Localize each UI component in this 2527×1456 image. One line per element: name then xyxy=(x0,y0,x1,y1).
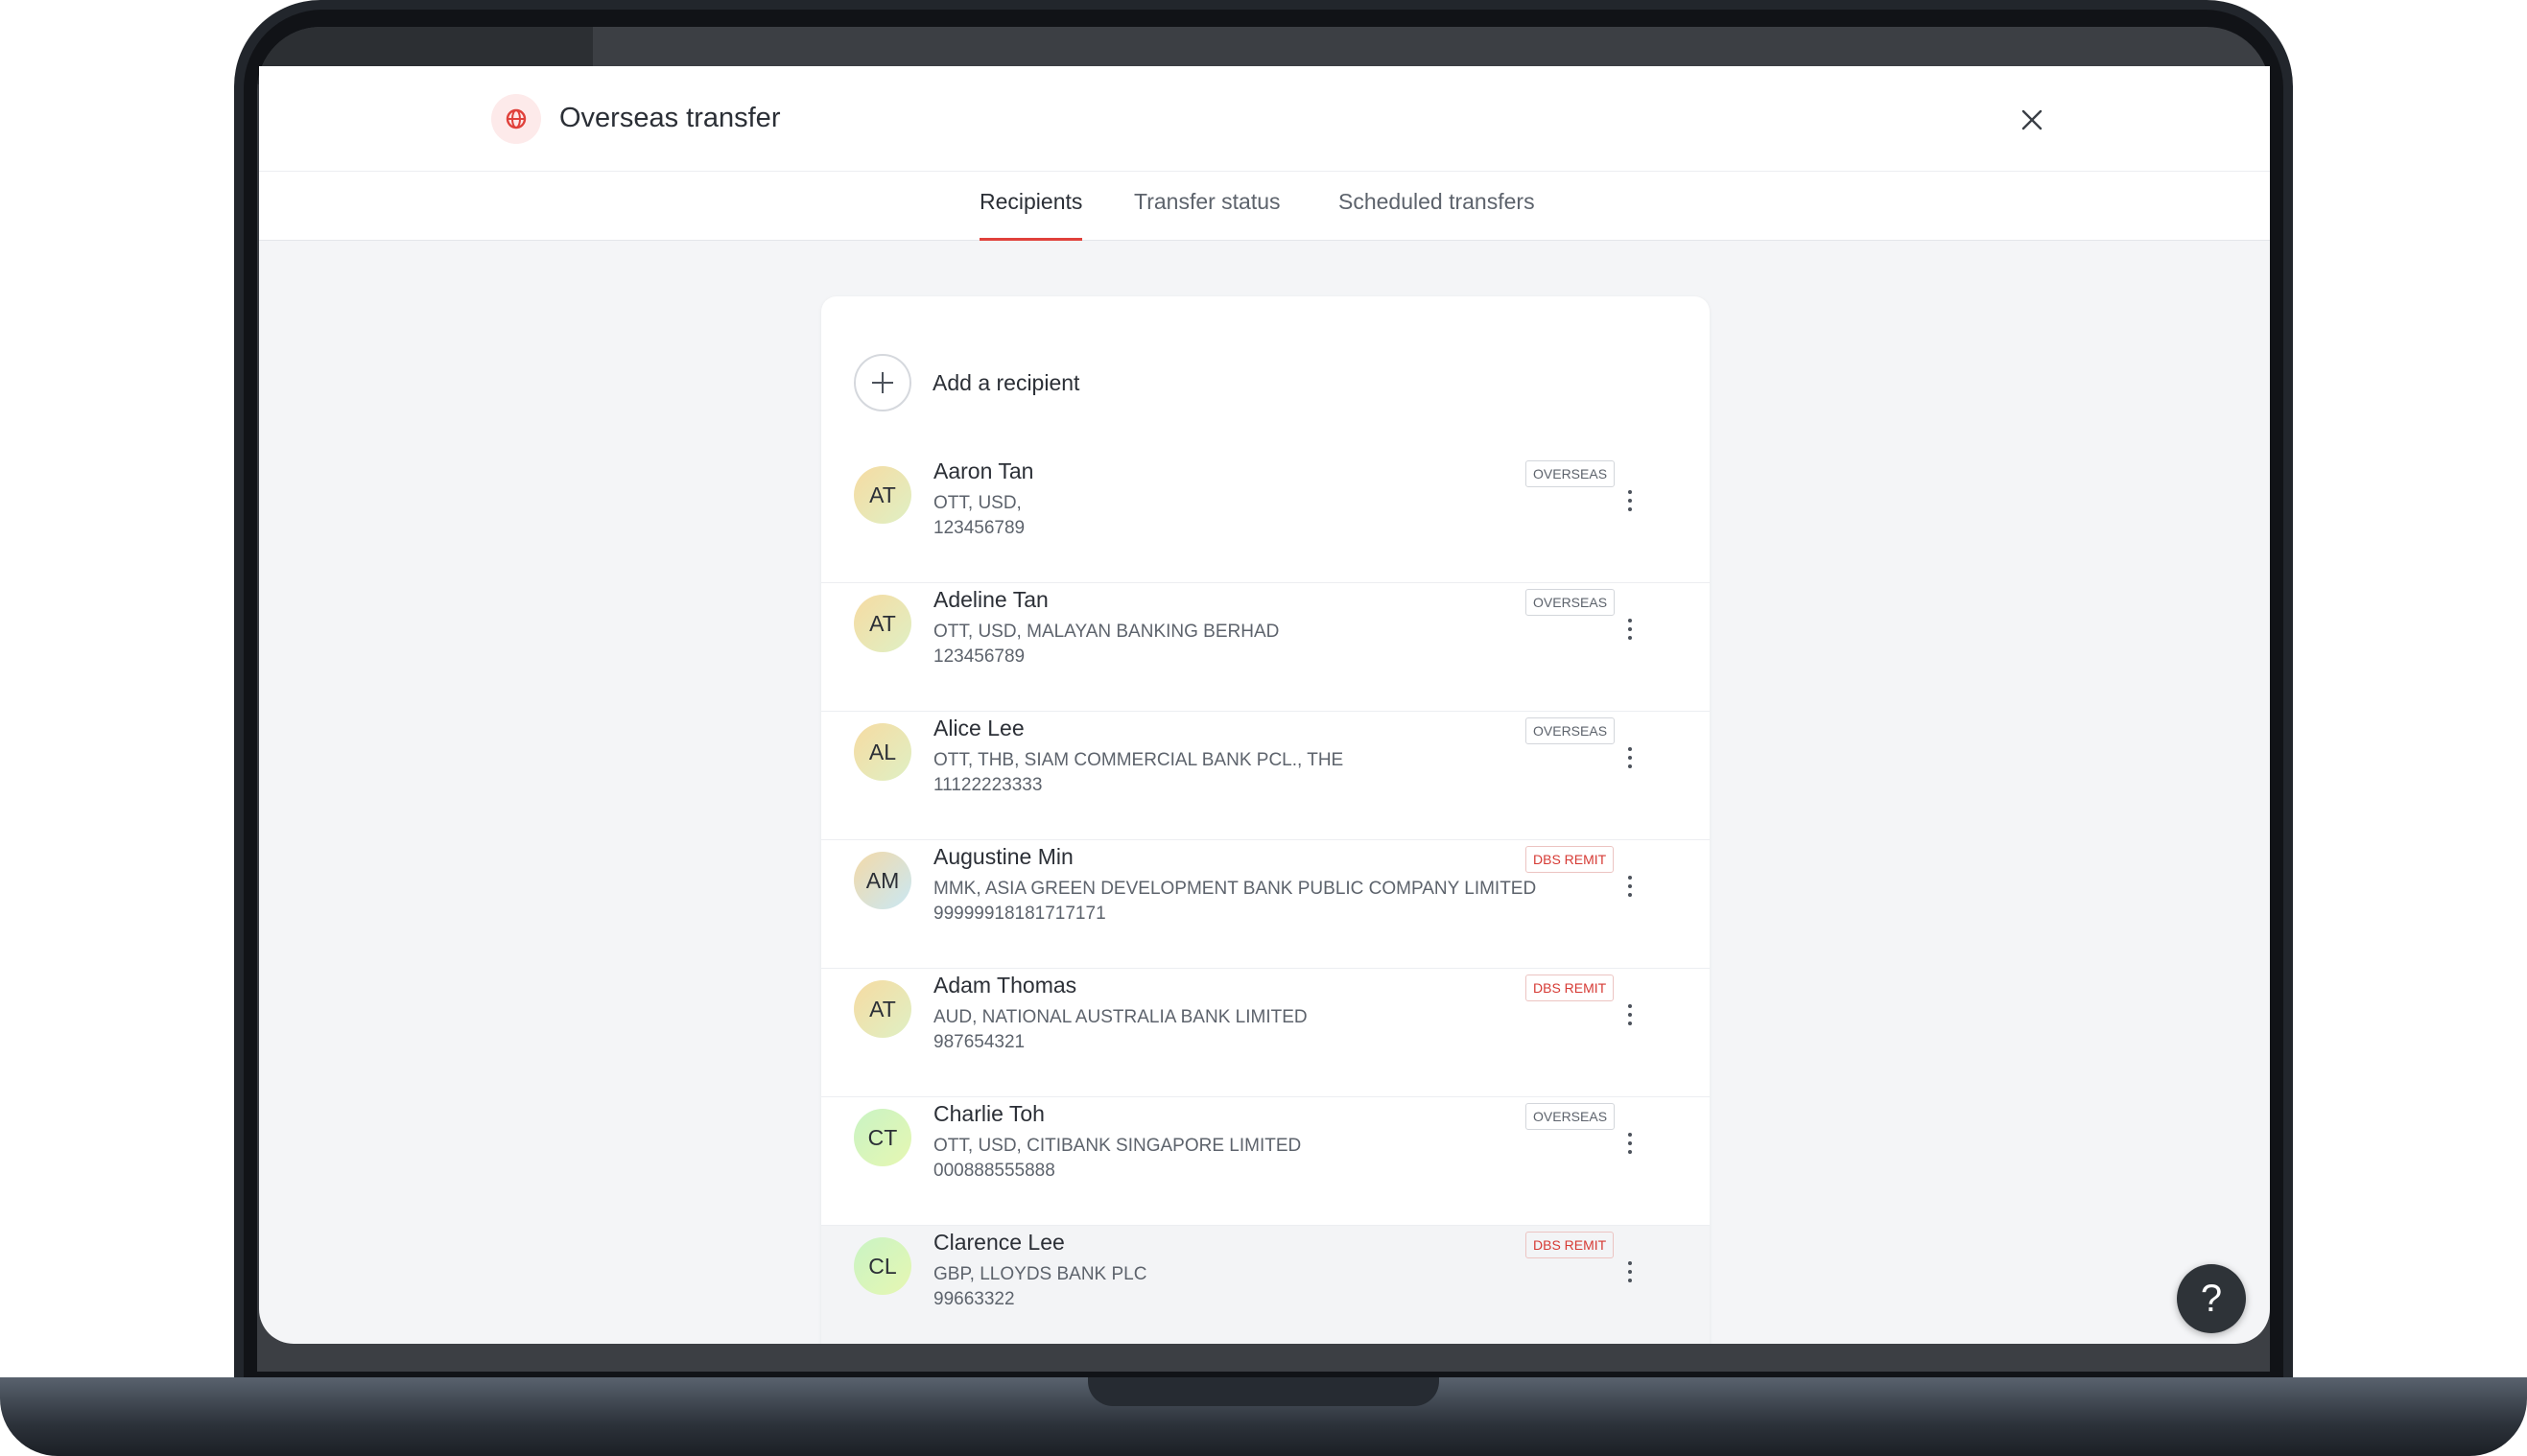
more-options-icon[interactable] xyxy=(1618,1255,1642,1289)
recipient-bank-line: OTT, USD, xyxy=(933,493,1022,513)
avatar: AT xyxy=(854,595,911,652)
tab-recipients[interactable]: Recipients xyxy=(980,172,1083,241)
recipient-name: Aaron Tan xyxy=(933,458,1034,483)
globe-icon xyxy=(491,94,541,144)
laptop-mockup: Overseas transfer Recipients Transfer st… xyxy=(0,0,2527,1456)
tab-transfer-status[interactable]: Transfer status xyxy=(1134,172,1281,241)
recipient-account-number: 123456789 xyxy=(933,518,1026,538)
recipient-account-number: 99999918181717171 xyxy=(933,904,1106,924)
recipient-details: OTT, THB, SIAM COMMERCIAL BANK PCL., THE… xyxy=(933,748,1343,798)
recipient-details: AUD, NATIONAL AUSTRALIA BANK LIMITED 987… xyxy=(933,1005,1308,1055)
recipient-name: Charlie Toh xyxy=(933,1101,1045,1126)
recipient-row[interactable]: AT Adeline Tan OTT, USD, MALAYAN BANKING… xyxy=(821,583,1710,712)
add-recipient-label: Add a recipient xyxy=(933,369,1080,395)
recipient-row[interactable]: AM Augustine Min MMK, ASIA GREEN DEVELOP… xyxy=(821,840,1710,969)
recipient-bank-line: AUD, NATIONAL AUSTRALIA BANK LIMITED xyxy=(933,1007,1308,1027)
recipient-bank-line: GBP, LLOYDS BANK PLC xyxy=(933,1264,1147,1284)
avatar: AT xyxy=(854,980,911,1038)
more-options-icon[interactable] xyxy=(1618,612,1642,646)
add-recipient-button[interactable]: Add a recipient xyxy=(854,354,1079,411)
more-options-icon[interactable] xyxy=(1618,998,1642,1032)
recipient-details: MMK, ASIA GREEN DEVELOPMENT BANK PUBLIC … xyxy=(933,877,1536,927)
recipient-account-number: 000888555888 xyxy=(933,1161,1055,1181)
close-button[interactable] xyxy=(2011,99,2053,141)
transfer-type-badge: OVERSEAS xyxy=(1525,460,1616,487)
avatar: AM xyxy=(854,852,911,909)
recipient-bank-line: MMK, ASIA GREEN DEVELOPMENT BANK PUBLIC … xyxy=(933,879,1537,899)
more-options-icon[interactable] xyxy=(1618,483,1642,518)
more-options-icon[interactable] xyxy=(1618,740,1642,775)
recipient-name: Augustine Min xyxy=(933,844,1074,869)
recipient-details: OTT, USD, CITIBANK SINGAPORE LIMITED 000… xyxy=(933,1134,1301,1184)
avatar: CT xyxy=(854,1109,911,1166)
recipient-row[interactable]: CL Clarence Lee GBP, LLOYDS BANK PLC 996… xyxy=(821,1226,1710,1344)
recipient-details: GBP, LLOYDS BANK PLC 99663322 xyxy=(933,1262,1146,1312)
close-icon xyxy=(2021,109,2043,130)
tab-scheduled-transfers[interactable]: Scheduled transfers xyxy=(1338,172,1535,241)
recipient-row[interactable]: AT Adam Thomas AUD, NATIONAL AUSTRALIA B… xyxy=(821,969,1710,1097)
plus-icon xyxy=(854,354,911,411)
modal-header: Overseas transfer xyxy=(259,66,2270,172)
avatar: CL xyxy=(854,1237,911,1295)
page-title: Overseas transfer xyxy=(559,103,781,133)
recipient-account-number: 123456789 xyxy=(933,646,1026,667)
recipient-name: Clarence Lee xyxy=(933,1230,1065,1255)
recipient-details: OTT, USD, 123456789 xyxy=(933,491,1025,541)
transfer-type-badge: DBS REMIT xyxy=(1525,975,1615,1001)
tab-bar: Recipients Transfer status Scheduled tra… xyxy=(259,172,2270,241)
transfer-type-badge: OVERSEAS xyxy=(1525,589,1616,616)
transfer-type-badge: OVERSEAS xyxy=(1525,1103,1616,1130)
recipient-bank-line: OTT, USD, MALAYAN BANKING BERHAD xyxy=(933,622,1280,642)
recipient-bank-line: OTT, THB, SIAM COMMERCIAL BANK PCL., THE xyxy=(933,750,1344,770)
recipient-name: Adeline Tan xyxy=(933,587,1049,612)
transfer-type-badge: DBS REMIT xyxy=(1525,846,1615,873)
more-options-icon[interactable] xyxy=(1618,869,1642,904)
recipient-row[interactable]: AL Alice Lee OTT, THB, SIAM COMMERCIAL B… xyxy=(821,712,1710,840)
recipient-details: OTT, USD, MALAYAN BANKING BERHAD 1234567… xyxy=(933,620,1279,669)
laptop-notch xyxy=(1088,1377,1439,1406)
avatar: AL xyxy=(854,723,911,781)
recipient-name: Adam Thomas xyxy=(933,973,1077,998)
recipient-name: Alice Lee xyxy=(933,716,1025,740)
recipient-row[interactable]: CT Charlie Toh OTT, USD, CITIBANK SINGAP… xyxy=(821,1097,1710,1226)
transfer-type-badge: DBS REMIT xyxy=(1525,1232,1615,1258)
recipient-account-number: 11122223333 xyxy=(933,775,1043,795)
recipient-account-number: 987654321 xyxy=(933,1032,1026,1052)
recipients-card: Add a recipient AT Aaron Tan OTT, USD, 1… xyxy=(821,296,1710,1344)
help-button[interactable]: ? xyxy=(2177,1264,2246,1333)
overseas-transfer-modal: Overseas transfer Recipients Transfer st… xyxy=(259,66,2270,1344)
more-options-icon[interactable] xyxy=(1618,1126,1642,1161)
avatar: AT xyxy=(854,466,911,524)
recipient-bank-line: OTT, USD, CITIBANK SINGAPORE LIMITED xyxy=(933,1136,1302,1156)
recipient-account-number: 99663322 xyxy=(933,1289,1015,1309)
transfer-type-badge: OVERSEAS xyxy=(1525,717,1616,744)
recipient-row[interactable]: AT Aaron Tan OTT, USD, 123456789 OVERSEA… xyxy=(821,455,1710,583)
